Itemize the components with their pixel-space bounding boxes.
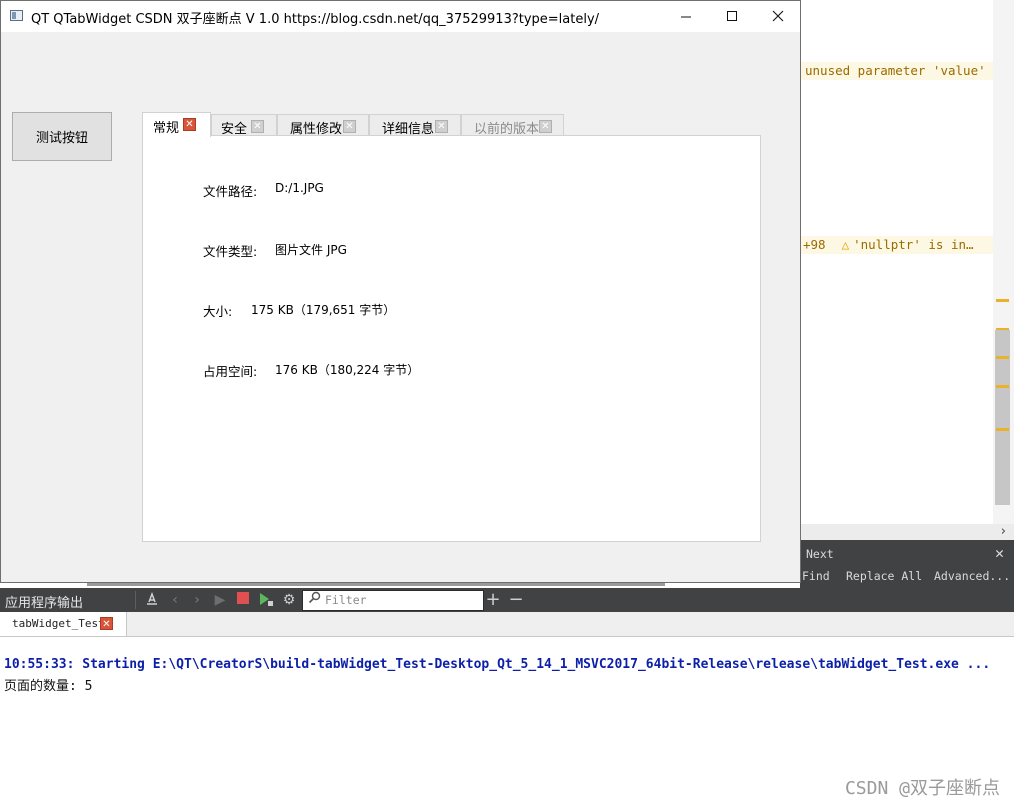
clear-output-icon[interactable] bbox=[143, 591, 161, 609]
stop-icon[interactable] bbox=[234, 591, 252, 609]
warning-marker bbox=[996, 428, 1009, 431]
file-path-value: D:/1.JPG bbox=[275, 181, 324, 195]
tab-previous-versions[interactable]: 以前的版本 ✕ bbox=[461, 114, 564, 137]
size-label: 大小: bbox=[203, 304, 233, 319]
warning-line-offset: +98 bbox=[803, 237, 826, 252]
warning-annotation-nullptr: +98 △'nullptr' is in… bbox=[800, 236, 996, 254]
output-tab-label: tabWidget_Test bbox=[12, 617, 105, 630]
app-icon bbox=[10, 10, 23, 21]
warning-annotation-unused-parameter: unused parameter 'value' bbox=[800, 62, 998, 80]
warning-marker bbox=[996, 299, 1009, 302]
maximize-button[interactable] bbox=[709, 1, 755, 32]
size-value: 175 KB（179,651 字节） bbox=[251, 303, 396, 317]
tab-content-general: 文件路径: D:/1.JPG 文件类型: 图片文件 JPG 大小: 175 KB… bbox=[142, 135, 761, 542]
tab-property-edit[interactable]: 属性修改 ✕ bbox=[277, 114, 369, 137]
replace-all-button[interactable]: Replace All bbox=[846, 569, 922, 583]
warning-text: 'nullptr' is in… bbox=[853, 237, 974, 252]
warning-triangle-icon: △ bbox=[841, 237, 850, 252]
warning-text: unused parameter 'value' bbox=[805, 63, 986, 78]
title-bar[interactable]: QT QTabWidget CSDN 双子座断点 V 1.0 https://b… bbox=[1, 1, 800, 32]
qt-window: QT QTabWidget CSDN 双子座断点 V 1.0 https://b… bbox=[0, 0, 801, 583]
output-tab-tabwidget-test[interactable]: tabWidget_Test ✕ bbox=[0, 612, 127, 636]
chevron-left-icon[interactable]: ‹ bbox=[166, 591, 184, 609]
find-bar: Next ✕ Find Replace All Advanced... bbox=[800, 540, 1014, 588]
minimize-button[interactable] bbox=[663, 1, 709, 32]
close-icon[interactable]: ✕ bbox=[183, 118, 196, 131]
chevron-right-icon[interactable]: › bbox=[1001, 524, 1006, 540]
close-icon[interactable]: ✕ bbox=[100, 617, 113, 630]
find-button[interactable]: Find bbox=[802, 569, 830, 583]
output-pane-title: 应用程序输出 bbox=[5, 596, 84, 611]
tab-bar: 常规 ✕ 安全 ✕ 属性修改 ✕ 详细信息 ✕ 以前的版本 ✕ bbox=[142, 112, 572, 137]
advanced-button[interactable]: Advanced... bbox=[934, 569, 1010, 583]
test-button[interactable]: 测试按钮 bbox=[12, 112, 112, 161]
chevron-right-icon[interactable]: › bbox=[188, 591, 206, 609]
output-log: 10:55:33: Starting E:\QT\CreatorS\build-… bbox=[0, 637, 1014, 808]
close-icon[interactable]: ✕ bbox=[995, 544, 1004, 562]
run-icon[interactable]: ▶ bbox=[211, 591, 229, 609]
file-type-label: 文件类型: bbox=[203, 244, 258, 259]
filter-input[interactable] bbox=[325, 592, 475, 608]
code-editor-background: unused parameter 'value' +98 △'nullptr' i… bbox=[800, 0, 1014, 540]
tab-general[interactable]: 常规 ✕ bbox=[142, 112, 211, 137]
find-next-button[interactable]: Next bbox=[806, 547, 834, 561]
warning-marker bbox=[996, 356, 1009, 359]
tab-security[interactable]: 安全 ✕ bbox=[211, 114, 277, 137]
warning-marker bbox=[996, 385, 1009, 388]
disk-size-value: 176 KB（180,224 字节） bbox=[275, 363, 420, 377]
output-toolbar: 应用程序输出 ‹ › ▶ ⚙ + − bbox=[0, 588, 1014, 612]
window-title: QT QTabWidget CSDN 双子座断点 V 1.0 https://b… bbox=[31, 12, 600, 27]
close-window-button[interactable] bbox=[755, 1, 801, 32]
tab-label: 常规 bbox=[153, 121, 180, 136]
file-path-label: 文件路径: bbox=[203, 184, 258, 199]
disk-size-label: 占用空间: bbox=[203, 364, 258, 379]
log-line-starting: 10:55:33: Starting E:\QT\CreatorS\build-… bbox=[4, 657, 991, 672]
close-icon[interactable]: ✕ bbox=[539, 120, 552, 133]
search-icon bbox=[308, 591, 321, 610]
file-type-value: 图片文件 JPG bbox=[275, 243, 347, 257]
editor-horizontal-scrollbar[interactable]: › bbox=[800, 524, 1014, 540]
panel-splitter[interactable] bbox=[87, 583, 665, 586]
output-tab-bar: tabWidget_Test ✕ bbox=[0, 612, 1014, 637]
minus-icon[interactable]: − bbox=[507, 591, 525, 609]
gear-icon[interactable]: ⚙ bbox=[280, 591, 298, 609]
toolbar-separator bbox=[135, 591, 136, 609]
editor-vertical-scrollbar[interactable] bbox=[993, 0, 1014, 524]
close-icon[interactable]: ✕ bbox=[251, 120, 264, 133]
close-icon[interactable]: ✕ bbox=[343, 120, 356, 133]
log-line-page-count: 页面的数量: 5 bbox=[4, 679, 93, 694]
close-icon[interactable]: ✕ bbox=[435, 120, 448, 133]
rerun-icon[interactable] bbox=[257, 591, 275, 609]
tab-details[interactable]: 详细信息 ✕ bbox=[369, 114, 461, 137]
plus-icon[interactable]: + bbox=[484, 591, 502, 609]
filter-box[interactable] bbox=[302, 590, 484, 611]
watermark: CSDN @双子座断点 bbox=[844, 778, 1000, 799]
